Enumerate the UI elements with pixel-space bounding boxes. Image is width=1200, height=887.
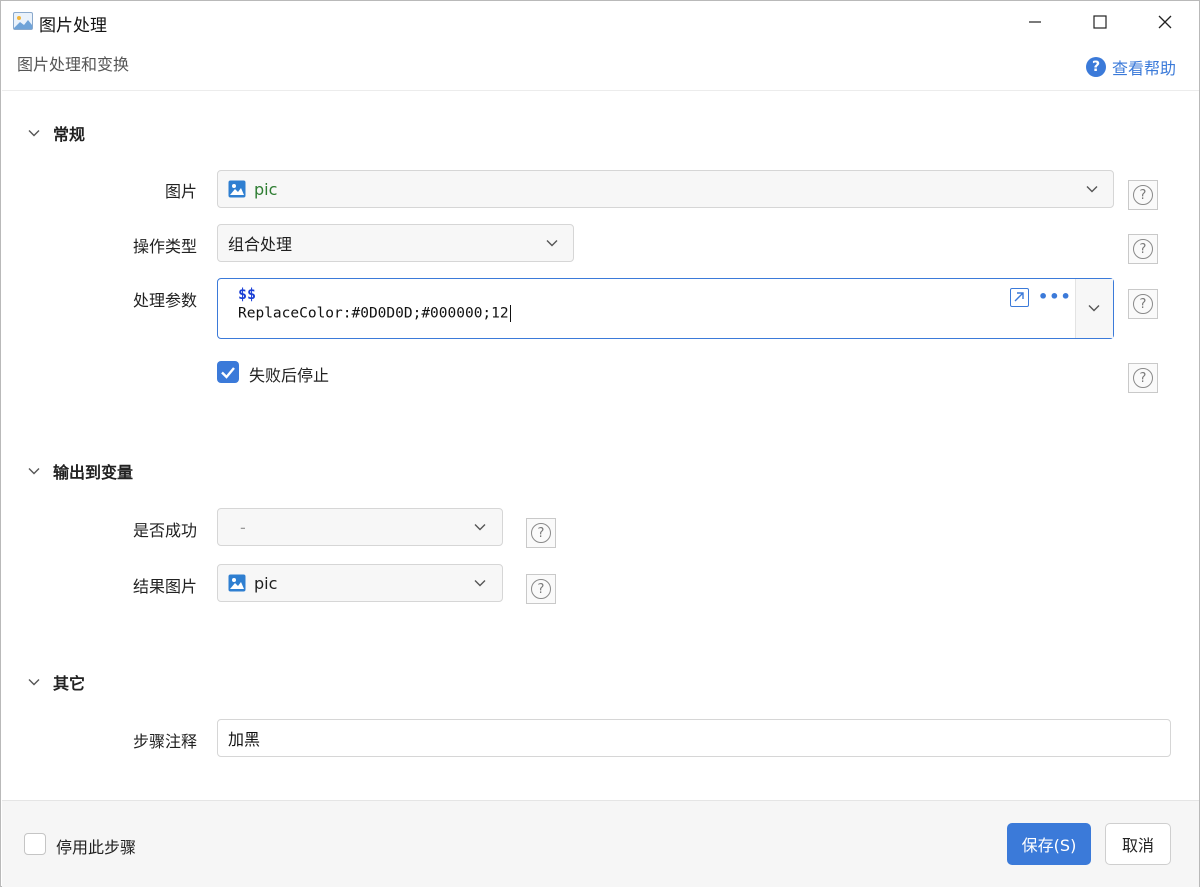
- op-type-select[interactable]: 组合处理: [217, 224, 574, 262]
- image-select[interactable]: pic: [217, 170, 1114, 208]
- image-variable-icon: [228, 180, 246, 198]
- section-general-header[interactable]: 常规: [27, 121, 85, 145]
- disable-step-checkbox[interactable]: [24, 833, 46, 855]
- chevron-down-icon: [28, 468, 40, 475]
- view-help-label: 查看帮助: [1112, 59, 1177, 78]
- params-label: 处理参数: [132, 291, 197, 310]
- params-editor[interactable]: $$ ReplaceColor:#0D0D0D;#000000;12 •••: [217, 278, 1114, 339]
- result-image-value: pic: [254, 573, 278, 593]
- section-output-header[interactable]: 输出到变量: [27, 459, 133, 483]
- op-type-label: 操作类型: [132, 237, 197, 256]
- maximize-button[interactable]: [1073, 1, 1127, 43]
- close-icon: [1158, 15, 1172, 29]
- image-app-icon: [13, 12, 33, 30]
- result-image-select[interactable]: pic: [217, 564, 503, 602]
- params-variable-prefix: $$: [238, 285, 257, 303]
- help-icon: ?: [1086, 57, 1106, 77]
- section-other-title: 其它: [53, 674, 86, 693]
- image-help-button[interactable]: ?: [1128, 180, 1158, 210]
- save-button[interactable]: 保存(S): [1007, 823, 1091, 865]
- params-dropdown-toggle[interactable]: [1075, 279, 1113, 338]
- chevron-down-icon: [474, 524, 486, 531]
- title-bar: 图片处理: [1, 1, 1199, 43]
- success-variable-select[interactable]: -: [217, 508, 503, 546]
- params-help-button[interactable]: ?: [1128, 289, 1158, 319]
- step-comment-label: 步骤注释: [132, 732, 197, 751]
- result-image-label: 结果图片: [132, 577, 197, 596]
- stop-on-fail-help-button[interactable]: ?: [1128, 363, 1158, 393]
- image-label: 图片: [164, 182, 197, 201]
- dialog-window: 图片处理 图片处理和变换 ? 查看帮助 常规 图片 pic ? 操作类型 组合处…: [0, 0, 1200, 887]
- close-button[interactable]: [1138, 1, 1192, 43]
- params-code-line: ReplaceColor:#0D0D0D;#000000;12: [238, 305, 511, 322]
- stop-on-fail-label: 失败后停止: [249, 366, 330, 385]
- maximize-icon: [1093, 15, 1107, 29]
- step-comment-input[interactable]: 加黑: [217, 719, 1171, 757]
- question-icon: ?: [531, 579, 551, 599]
- question-icon: ?: [531, 523, 551, 543]
- question-icon: ?: [1133, 294, 1153, 314]
- chevron-down-icon: [1088, 305, 1100, 312]
- chevron-down-icon: [28, 130, 40, 137]
- image-variable-icon: [228, 574, 246, 592]
- checkmark-icon: [221, 367, 235, 379]
- minimize-button[interactable]: [1008, 1, 1062, 43]
- question-icon: ?: [1133, 239, 1153, 259]
- chevron-down-icon: [474, 580, 486, 587]
- op-type-help-button[interactable]: ?: [1128, 234, 1158, 264]
- arrow-up-right-icon: [1014, 292, 1024, 302]
- view-help-link[interactable]: ? 查看帮助: [1086, 55, 1176, 79]
- disable-step-label: 停用此步骤: [56, 838, 137, 857]
- question-icon: ?: [1133, 368, 1153, 388]
- chevron-down-icon: [1086, 186, 1098, 193]
- cancel-button[interactable]: 取消: [1105, 823, 1171, 865]
- window-title: 图片处理: [39, 16, 107, 36]
- minimize-icon: [1029, 21, 1041, 23]
- more-options-icon[interactable]: •••: [1038, 287, 1072, 306]
- dialog-subtitle: 图片处理和变换: [17, 55, 130, 74]
- header-divider: [2, 90, 1199, 91]
- chevron-down-icon: [28, 679, 40, 686]
- image-select-value: pic: [254, 179, 278, 199]
- chevron-down-icon: [546, 240, 558, 247]
- section-output-title: 输出到变量: [53, 463, 134, 482]
- success-label: 是否成功: [132, 521, 197, 540]
- question-icon: ?: [1133, 185, 1153, 205]
- result-image-help-button[interactable]: ?: [526, 574, 556, 604]
- step-comment-value: 加黑: [228, 730, 261, 749]
- expand-editor-icon[interactable]: [1010, 288, 1029, 307]
- text-caret: [509, 305, 511, 322]
- params-code-text: ReplaceColor:#0D0D0D;#000000;12: [238, 305, 509, 322]
- stop-on-fail-checkbox[interactable]: [217, 361, 239, 383]
- section-other-header[interactable]: 其它: [27, 670, 85, 694]
- section-general-title: 常规: [53, 125, 86, 144]
- success-help-button[interactable]: ?: [526, 518, 556, 548]
- op-type-value: 组合处理: [228, 235, 293, 254]
- success-variable-value: -: [240, 517, 246, 537]
